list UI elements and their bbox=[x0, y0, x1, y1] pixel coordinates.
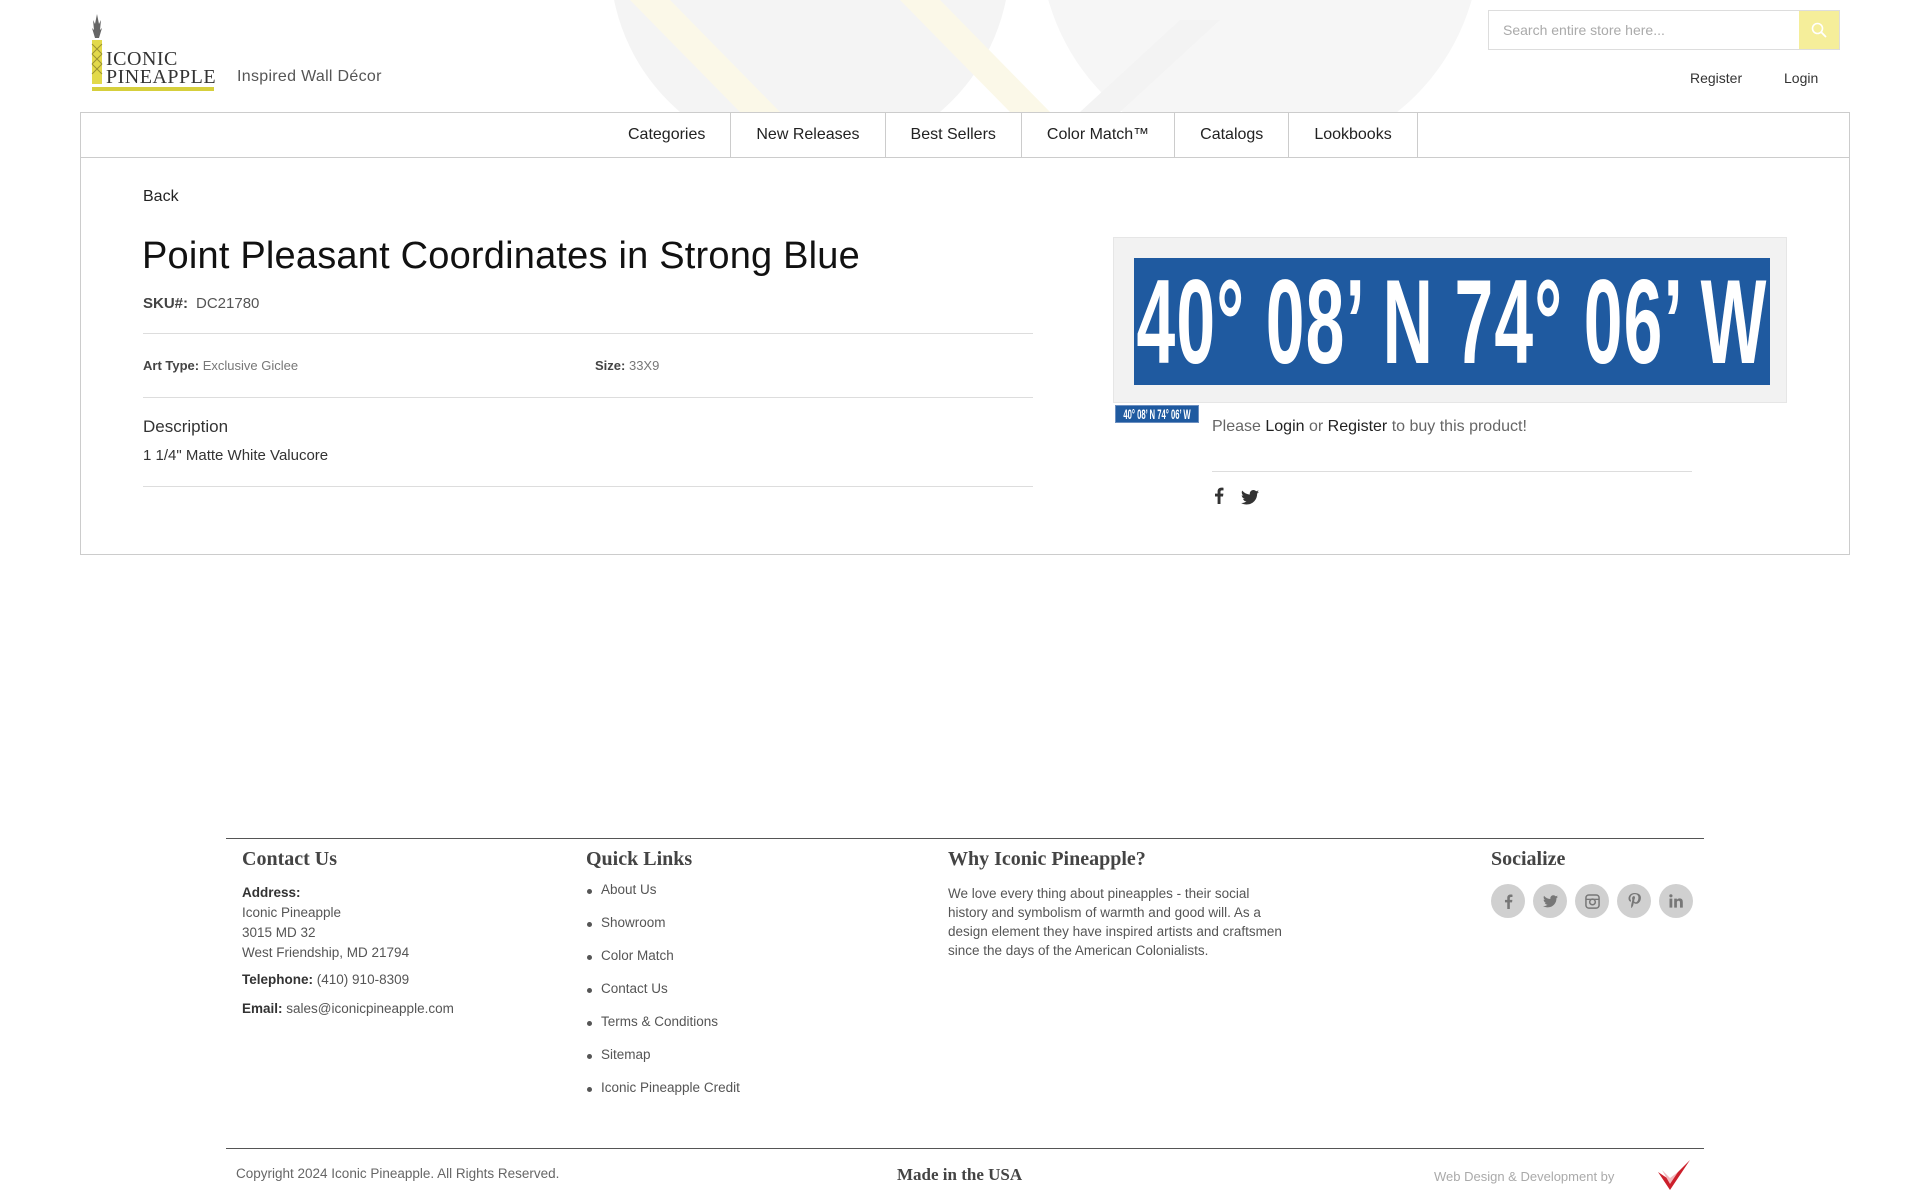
footer-link-contact-us[interactable]: Contact Us bbox=[586, 981, 740, 1014]
facebook-icon[interactable] bbox=[1491, 884, 1525, 918]
product-sku: SKU#: DC21780 bbox=[143, 295, 259, 312]
site-logo[interactable]: ICONIC PINEAPPLE bbox=[90, 14, 217, 91]
search-button[interactable] bbox=[1799, 11, 1839, 49]
address-line: Iconic Pineapple bbox=[242, 905, 342, 920]
search-box bbox=[1488, 10, 1840, 50]
art-type-value: Exclusive Giclee bbox=[202, 358, 299, 373]
product-thumbnail[interactable]: 40° 08’ N 74° 06’ W bbox=[1115, 405, 1199, 423]
product-image-artwork: 40° 08’ N 74° 06’ W bbox=[1134, 258, 1770, 385]
address-line: 3015 MD 32 bbox=[242, 925, 316, 940]
twitter-glyph bbox=[1542, 894, 1558, 907]
nav-item-new-releases[interactable]: New Releases bbox=[731, 113, 886, 157]
footer-address: Address: Iconic Pineapple 3015 MD 32 Wes… bbox=[242, 883, 409, 963]
size-value: 33X9 bbox=[628, 358, 660, 373]
email-label: Email: bbox=[242, 1001, 283, 1016]
telephone-label: Telephone: bbox=[242, 972, 314, 987]
buy-login-link[interactable]: Login bbox=[1265, 418, 1304, 435]
product-image[interactable]: 40° 08’ N 74° 06’ W bbox=[1113, 237, 1787, 403]
product-title: Point Pleasant Coordinates in Strong Blu… bbox=[142, 235, 860, 277]
description-heading: Description bbox=[143, 417, 229, 436]
divider bbox=[143, 486, 1033, 487]
logo-underline bbox=[92, 87, 214, 91]
footer-divider bbox=[226, 838, 1704, 839]
footer-why-text: We love every thing about pineapples - t… bbox=[948, 886, 1282, 958]
footer-link-sitemap[interactable]: Sitemap bbox=[586, 1047, 740, 1080]
footer-email: Email: sales@iconicpineapple.com bbox=[242, 999, 454, 1019]
address-line: West Friendship, MD 21794 bbox=[242, 945, 410, 960]
sku-label: SKU#: bbox=[143, 295, 189, 312]
pineapple-logo-icon bbox=[91, 14, 103, 84]
developer-logo-icon[interactable] bbox=[1656, 1158, 1692, 1194]
footer-quick-links: About Us Showroom Color Match Contact Us… bbox=[586, 882, 740, 1113]
back-link[interactable]: Back bbox=[143, 188, 179, 206]
nav-item-catalogs[interactable]: Catalogs bbox=[1175, 113, 1290, 157]
size: Size: 33X9 bbox=[595, 358, 659, 373]
address-label: Address: bbox=[242, 885, 301, 900]
header-background-pattern bbox=[480, 0, 1480, 112]
buy-register-link[interactable]: Register bbox=[1328, 418, 1388, 435]
logo-text-pineapple: PINEAPPLE bbox=[106, 66, 217, 88]
footer-telephone: Telephone: (410) 910-8309 bbox=[242, 970, 409, 990]
sku-value: DC21780 bbox=[196, 295, 260, 312]
footer-socialize-heading: Socialize bbox=[1491, 848, 1566, 870]
main-navigation: Categories New Releases Best Sellers Col… bbox=[80, 112, 1850, 158]
product-panel: Back Point Pleasant Coordinates in Stron… bbox=[80, 157, 1850, 555]
footer-link-terms[interactable]: Terms & Conditions bbox=[586, 1014, 740, 1047]
web-design-credit: Web Design & Development by bbox=[1434, 1169, 1615, 1184]
telephone-value[interactable]: (410) 910-8309 bbox=[317, 972, 409, 987]
pinterest-icon[interactable] bbox=[1617, 884, 1651, 918]
footer-why-heading: Why Iconic Pineapple? bbox=[948, 848, 1146, 870]
footer-link-about-us[interactable]: About Us bbox=[586, 882, 740, 915]
nav-item-color-match[interactable]: Color Match™ bbox=[1022, 113, 1176, 157]
site-tagline: Inspired Wall Décor bbox=[237, 68, 382, 85]
linkedin-icon[interactable] bbox=[1659, 884, 1693, 918]
email-link[interactable]: sales@iconicpineapple.com bbox=[286, 1001, 454, 1016]
thumbnail-text: 40° 08’ N 74° 06’ W bbox=[1123, 406, 1191, 422]
footer-link-color-match[interactable]: Color Match bbox=[586, 948, 740, 981]
copyright-text: Copyright 2024 Iconic Pineapple. All Rig… bbox=[236, 1166, 560, 1181]
footer-quick-links-heading: Quick Links bbox=[586, 848, 693, 870]
nav-item-categories[interactable]: Categories bbox=[601, 113, 732, 157]
nav-item-best-sellers[interactable]: Best Sellers bbox=[886, 113, 1022, 157]
instagram-glyph bbox=[1584, 893, 1600, 909]
product-image-text: 40° 08’ N 74° 06’ W bbox=[1136, 258, 1768, 385]
footer-link-credit[interactable]: Iconic Pineapple Credit bbox=[586, 1080, 740, 1113]
divider bbox=[1212, 471, 1692, 472]
twitter-icon[interactable] bbox=[1533, 884, 1567, 918]
buy-note-suffix: to buy this product! bbox=[1391, 418, 1527, 435]
linkedin-glyph bbox=[1669, 894, 1683, 908]
footer-contact-heading: Contact Us bbox=[242, 848, 337, 870]
twitter-icon[interactable] bbox=[1241, 490, 1259, 505]
search-icon bbox=[1811, 22, 1827, 38]
login-link[interactable]: Login bbox=[1784, 70, 1818, 86]
facebook-icon[interactable] bbox=[1214, 487, 1224, 504]
pinterest-glyph bbox=[1628, 893, 1641, 909]
facebook-glyph bbox=[1504, 894, 1512, 909]
art-type-label: Art Type: bbox=[143, 358, 200, 373]
buy-note-prefix: Please bbox=[1212, 418, 1261, 435]
size-label: Size: bbox=[595, 358, 626, 373]
search-input[interactable] bbox=[1489, 11, 1799, 49]
divider bbox=[143, 397, 1033, 398]
description-text: 1 1/4" Matte White Valucore bbox=[143, 447, 329, 464]
footer-divider bbox=[226, 1148, 1704, 1149]
art-type: Art Type: Exclusive Giclee bbox=[143, 358, 298, 373]
divider bbox=[143, 333, 1033, 334]
made-in-usa: Made in the USA bbox=[897, 1165, 1023, 1184]
nav-item-lookbooks[interactable]: Lookbooks bbox=[1289, 113, 1418, 157]
instagram-icon[interactable] bbox=[1575, 884, 1609, 918]
register-link[interactable]: Register bbox=[1690, 70, 1742, 86]
buy-note: Please Login or Register to buy this pro… bbox=[1212, 418, 1527, 436]
buy-note-or: or bbox=[1308, 418, 1324, 435]
footer-link-showroom[interactable]: Showroom bbox=[586, 915, 740, 948]
